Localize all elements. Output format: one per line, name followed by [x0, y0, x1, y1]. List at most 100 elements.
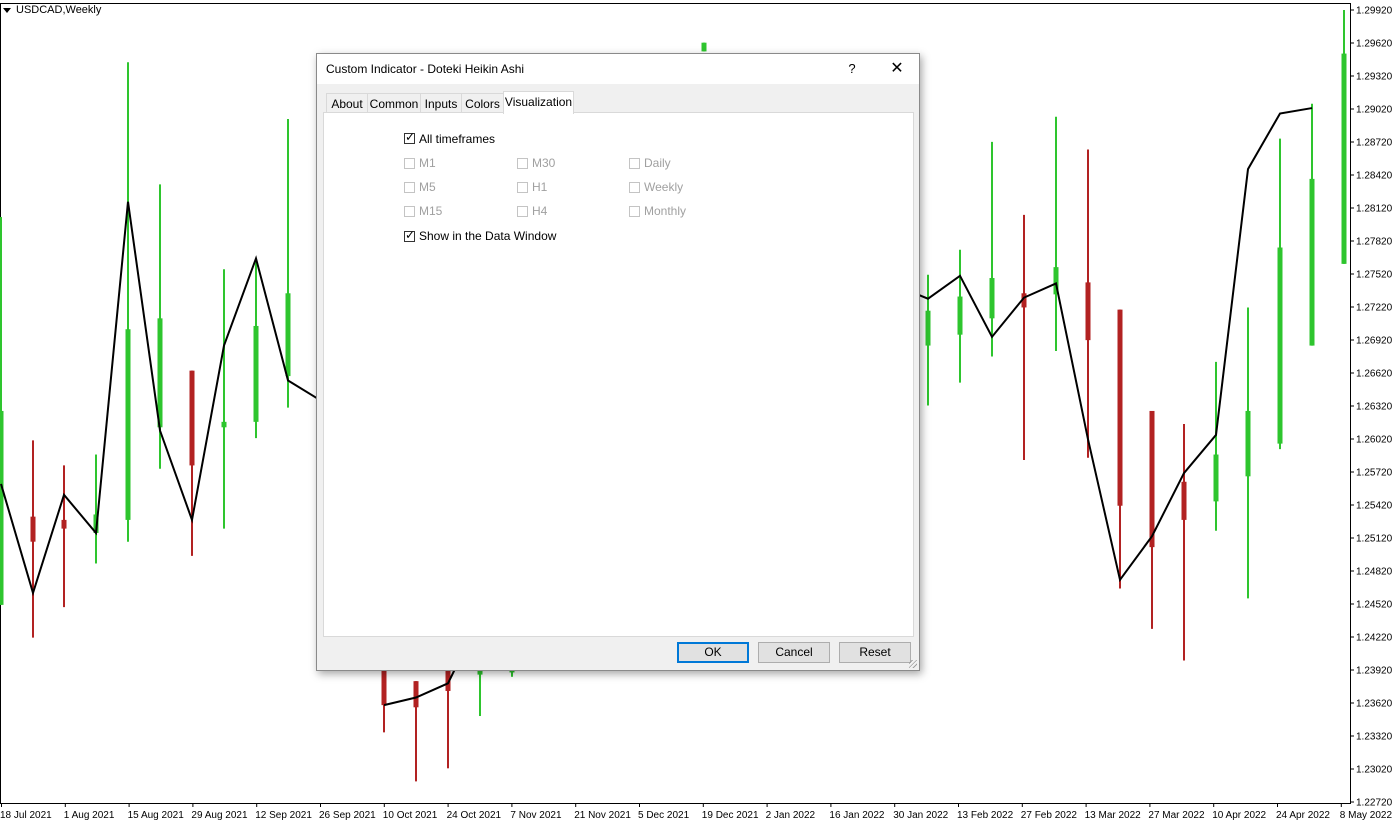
date-tick-label: 18 Jul 2021 — [0, 810, 52, 821]
date-tick-label: 10 Apr 2022 — [1212, 810, 1266, 821]
timeframe-h1-checkbox[interactable] — [517, 182, 528, 193]
timeframe-m1-label: M1 — [419, 156, 436, 170]
ok-button[interactable]: OK — [677, 642, 749, 663]
timeframe-daily-label: Daily — [644, 156, 671, 170]
date-tick-label: 2 Jan 2022 — [766, 810, 816, 821]
close-button[interactable]: ✕ — [882, 54, 912, 84]
timeframe-h1-label: H1 — [532, 180, 548, 194]
chart-symbol-label: USDCAD,Weekly — [16, 4, 102, 16]
tab-about[interactable]: About — [326, 93, 368, 113]
date-tick-label: 27 Feb 2022 — [1021, 810, 1078, 821]
timeframe-h4-checkbox[interactable] — [517, 206, 528, 217]
price-tick-label: 1.27820 — [1356, 237, 1392, 248]
price-tick-label: 1.24820 — [1356, 567, 1392, 578]
cancel-button[interactable]: Cancel — [758, 642, 830, 663]
price-tick-label: 1.29320 — [1356, 72, 1392, 83]
price-tick-label: 1.28120 — [1356, 204, 1392, 215]
price-tick-label: 1.25420 — [1356, 501, 1392, 512]
candle-body — [925, 310, 931, 346]
candle-body — [30, 516, 36, 542]
price-tick-label: 1.26920 — [1356, 336, 1392, 347]
candle-body — [413, 681, 419, 708]
candle-body — [125, 329, 131, 520]
timeframe-m15-checkbox[interactable] — [404, 206, 415, 217]
price-tick-label: 1.25120 — [1356, 534, 1392, 545]
candle-body — [957, 296, 963, 335]
timeframe-monthly-label: Monthly — [644, 204, 687, 218]
price-tick-label: 1.23320 — [1356, 732, 1392, 743]
candle-body — [189, 370, 195, 466]
candle-body — [61, 519, 67, 529]
candle-body — [0, 410, 4, 605]
indicator-line — [895, 107, 1313, 583]
price-tick-label: 1.22720 — [1356, 798, 1392, 809]
date-tick-label: 21 Nov 2021 — [574, 810, 631, 821]
price-tick-label: 1.29020 — [1356, 105, 1392, 116]
price-tick-label: 1.26020 — [1356, 435, 1392, 446]
candle-body — [285, 293, 291, 377]
date-tick-label: 7 Nov 2021 — [510, 810, 562, 821]
candle-body — [381, 666, 387, 706]
timeframe-m30-checkbox[interactable] — [517, 158, 528, 169]
checkmark-icon: ✓ — [405, 228, 416, 242]
tab-inputs[interactable]: Inputs — [420, 93, 462, 113]
price-tick-label: 1.29920 — [1356, 6, 1392, 17]
price-tick-label: 1.24220 — [1356, 633, 1392, 644]
price-tick-label: 1.23620 — [1356, 699, 1392, 710]
candle-body — [1149, 410, 1155, 548]
dialog-title: Custom Indicator - Doteki Heikin Ashi — [326, 62, 525, 76]
timeframe-h4-label: H4 — [532, 204, 548, 218]
dialog-titlebar[interactable]: Custom Indicator - Doteki Heikin Ashi ? … — [317, 54, 919, 84]
visualization-panel: ✓ All timeframes M1 M30 Daily M5 H1 Week… — [323, 112, 914, 637]
tab-colors[interactable]: Colors — [461, 93, 504, 113]
date-tick-label: 26 Sep 2021 — [319, 810, 376, 821]
data-window-label: Show in the Data Window — [419, 229, 557, 243]
date-tick-label: 10 Oct 2021 — [383, 810, 438, 821]
candle-body — [1117, 309, 1123, 506]
timeframe-m5-checkbox[interactable] — [404, 182, 415, 193]
custom-indicator-dialog: Custom Indicator - Doteki Heikin Ashi ? … — [316, 53, 920, 671]
candle-body — [221, 421, 227, 428]
candle-body — [1213, 454, 1219, 502]
timeframe-weekly-checkbox[interactable] — [629, 182, 640, 193]
candle-body — [989, 278, 995, 319]
price-tick-label: 1.23920 — [1356, 666, 1392, 677]
timeframe-m5-label: M5 — [419, 180, 436, 194]
price-tick-label: 1.27220 — [1356, 303, 1392, 314]
date-tick-label: 24 Apr 2022 — [1276, 810, 1330, 821]
date-tick-label: 27 Mar 2022 — [1148, 810, 1205, 821]
price-tick-label: 1.28720 — [1356, 138, 1392, 149]
candle-body — [1341, 53, 1347, 264]
candle-body — [253, 325, 259, 422]
timeframe-monthly-checkbox[interactable] — [629, 206, 640, 217]
timeframe-weekly-label: Weekly — [644, 180, 684, 194]
timeframe-m1-checkbox[interactable] — [404, 158, 415, 169]
symbol-dropdown-icon[interactable] — [3, 8, 11, 13]
candle-body — [1245, 410, 1251, 477]
reset-button[interactable]: Reset — [839, 642, 911, 663]
date-tick-label: 8 May 2022 — [1340, 810, 1392, 821]
data-window-checkbox[interactable]: ✓ — [404, 228, 416, 242]
date-tick-label: 12 Sep 2021 — [255, 810, 312, 821]
tab-visualization[interactable]: Visualization — [503, 91, 574, 114]
date-tick-label: 13 Feb 2022 — [957, 810, 1014, 821]
date-tick-label: 1 Aug 2021 — [64, 810, 115, 821]
all-timeframes-checkbox[interactable]: ✓ — [404, 130, 416, 144]
checkmark-icon: ✓ — [405, 130, 416, 144]
candle-body — [1181, 481, 1187, 520]
date-tick-label: 29 Aug 2021 — [191, 810, 248, 821]
candle-body — [1309, 178, 1315, 346]
tab-common[interactable]: Common — [367, 93, 421, 113]
date-tick-label: 24 Oct 2021 — [447, 810, 502, 821]
help-button[interactable]: ? — [837, 54, 867, 84]
timeframe-daily-checkbox[interactable] — [629, 158, 640, 169]
candle-body — [701, 42, 707, 52]
price-tick-label: 1.28420 — [1356, 171, 1392, 182]
price-tick-label: 1.27520 — [1356, 270, 1392, 281]
price-tick-label: 1.29620 — [1356, 39, 1392, 50]
all-timeframes-label: All timeframes — [419, 132, 496, 146]
resize-grip-icon[interactable] — [909, 660, 917, 668]
candle-body — [1277, 247, 1283, 444]
price-tick-label: 1.26620 — [1356, 369, 1392, 380]
date-tick-label: 13 Mar 2022 — [1085, 810, 1142, 821]
